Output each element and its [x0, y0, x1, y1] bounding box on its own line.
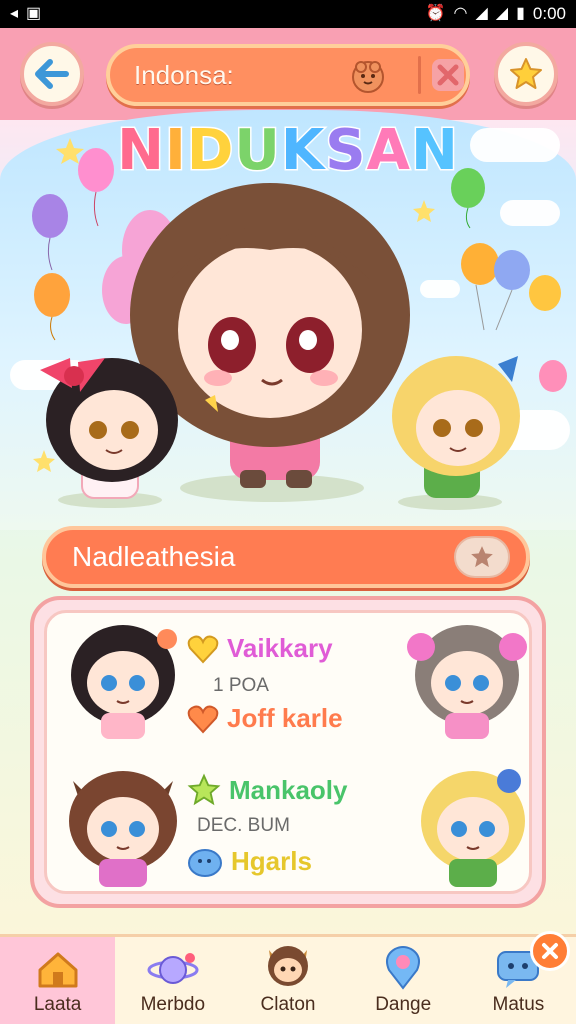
back-button[interactable] [20, 42, 84, 106]
nav-item-explore[interactable]: Merbdo [115, 937, 230, 1024]
nav-label: Matus [492, 994, 545, 1015]
character-list-card: Vaikkary 1 POA Joff karle Mankaoly DEC. … [30, 596, 546, 908]
title-pill[interactable]: Indonsa: [106, 44, 470, 106]
main-character [130, 183, 410, 502]
section-star-button[interactable] [454, 536, 510, 578]
entry-label: Joff karle [227, 703, 343, 733]
signal-icon: ◂ [10, 5, 19, 22]
avatar[interactable] [63, 761, 183, 891]
status-bar: ◂ ▣ ⏰ ◠ ◢ ◢ ▮ 0:00 [0, 0, 576, 28]
nav-label: Laata [33, 994, 82, 1015]
home-icon [38, 952, 78, 988]
nav-label: Dange [375, 994, 432, 1015]
pill-divider [418, 56, 421, 94]
status-time: 0:00 [532, 4, 566, 23]
star-green-icon [187, 773, 221, 806]
wifi-icon: ◠ [453, 5, 468, 22]
star-icon [471, 546, 493, 568]
star-icon [510, 58, 542, 89]
entry-subtext: DEC. BUM [197, 815, 290, 836]
close-icon[interactable] [428, 55, 468, 95]
arrow-left-icon [35, 59, 69, 89]
close-button[interactable] [530, 931, 571, 971]
character-list: Vaikkary 1 POA Joff karle Mankaoly DEC. … [44, 610, 532, 894]
entry-subtext: 1 POA [213, 675, 269, 696]
nav-item-chat[interactable]: Matus [461, 931, 576, 1024]
heart-gold-icon [187, 635, 219, 663]
nav-label: Claton [260, 994, 316, 1015]
list-item[interactable]: Mankaoly [187, 773, 348, 807]
location-icon [386, 946, 421, 990]
section-title: Nadleathesia [72, 541, 236, 572]
cell-icon-2: ◢ [495, 5, 509, 22]
cell-icon: ◢ [475, 5, 488, 22]
character-icon [268, 946, 308, 986]
list-item[interactable]: Vaikkary [187, 633, 333, 664]
heart-orange-icon [187, 705, 219, 733]
entry-label: Vaikkary [227, 633, 333, 663]
character-scene [32, 138, 567, 510]
image-icon: ▣ [26, 5, 42, 22]
nav-item-character[interactable]: Claton [230, 937, 345, 1024]
avatar[interactable] [63, 617, 183, 743]
list-item[interactable]: Hgarls [187, 845, 312, 877]
nav-item-home[interactable]: Laata [0, 937, 116, 1024]
page-title: Indonsa: [134, 59, 234, 90]
close-icon [542, 943, 559, 959]
favorite-button[interactable] [494, 42, 558, 106]
list-item[interactable]: Joff karle [187, 703, 343, 734]
alarm-icon: ⏰ [425, 5, 446, 22]
right-character [392, 356, 520, 510]
blob-blue-icon [188, 849, 222, 877]
bottom-nav: Laata Merbdo Claton Dange Matus [0, 931, 576, 1024]
avatar[interactable] [407, 617, 527, 743]
battery-icon: ▮ [516, 5, 525, 22]
avatar[interactable] [413, 761, 533, 891]
entry-label: Hgarls [231, 845, 312, 876]
entry-label: Mankaoly [229, 774, 348, 805]
planet-icon [147, 953, 199, 984]
pet-icon[interactable] [346, 55, 390, 95]
left-character [40, 358, 178, 508]
section-banner: Nadleathesia [42, 526, 530, 588]
nav-item-location[interactable]: Dange [346, 937, 461, 1024]
nav-label: Merbdo [140, 994, 206, 1015]
